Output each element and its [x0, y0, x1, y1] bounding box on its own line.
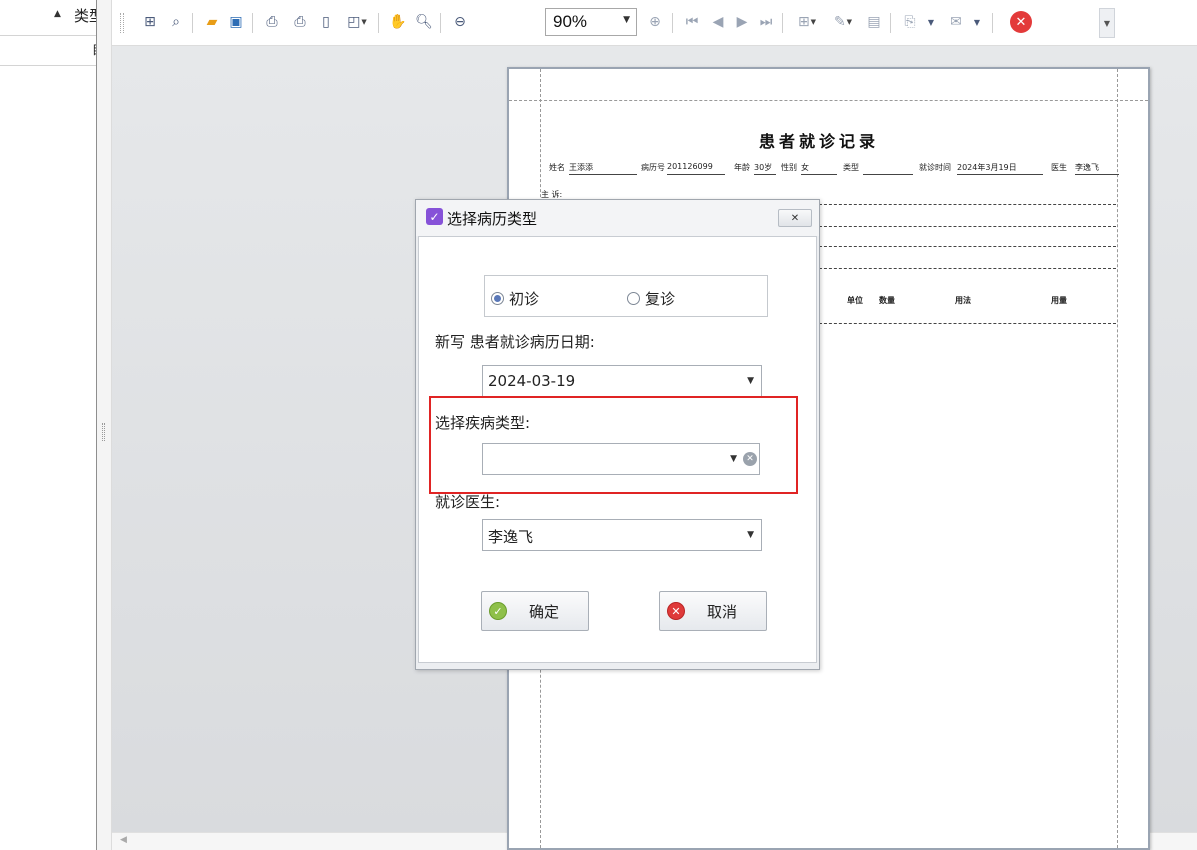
- dialog-titlebar[interactable]: ✓ 选择病历类型 ✕: [416, 200, 819, 236]
- column-header-usage: 用法: [955, 296, 971, 305]
- sort-asc-icon[interactable]: ▲: [54, 9, 61, 19]
- find-icon[interactable]: ⌕: [166, 12, 186, 32]
- name-value: 王添添: [569, 163, 593, 172]
- age-value: 30岁: [754, 163, 773, 172]
- magnifier-icon[interactable]: 🔍︎: [414, 12, 434, 32]
- cancel-button-label: 取消: [707, 602, 738, 621]
- email-dropdown-icon[interactable]: ▼: [970, 12, 984, 32]
- radio-first-visit[interactable]: 初诊: [491, 288, 539, 309]
- dialog-close-button[interactable]: ✕: [778, 209, 812, 227]
- toolbar-separator: [890, 13, 891, 33]
- margin-guide: [509, 100, 1148, 101]
- thumbnails-icon[interactable]: ⊞: [140, 12, 160, 32]
- toolbar-separator: [992, 13, 993, 33]
- radio-first-visit-label: 初诊: [509, 290, 540, 308]
- toolbar-separator: [378, 13, 379, 33]
- date-picker[interactable]: 2024-03-19 ▼: [482, 365, 762, 397]
- panel-splitter[interactable]: [96, 0, 112, 850]
- print-icon[interactable]: ⎙: [262, 12, 282, 32]
- column-header-dosage: 用量: [1051, 296, 1067, 305]
- dialog-title: 选择病历类型: [447, 210, 538, 228]
- age-label: 年龄: [734, 163, 750, 172]
- doctor-combo[interactable]: 李逸飞 ▼: [482, 519, 762, 551]
- close-preview-icon[interactable]: ✕: [1010, 11, 1032, 33]
- cancel-icon: ✕: [667, 602, 685, 620]
- first-page-icon[interactable]: ⏮: [682, 12, 702, 32]
- column-header-quantity: 数量: [879, 296, 895, 305]
- close-icon: ✕: [790, 212, 800, 224]
- page-setup-icon[interactable]: ▯: [316, 12, 336, 32]
- column-label-type: 类型: [74, 7, 96, 25]
- patient-info-row: 姓名 王添添 病历号 201126099 年龄 30岁 性别 女 类型 就诊时间…: [549, 162, 1119, 176]
- record-no-value: 201126099: [667, 162, 713, 171]
- watermark-icon[interactable]: ▤: [864, 12, 884, 32]
- left-panel: ▲ 类型 目: [0, 0, 96, 850]
- color-icon[interactable]: ✎ ▼: [828, 12, 858, 32]
- dotted-line: [799, 268, 1116, 269]
- checkbox-icon: ✓: [426, 208, 443, 225]
- previous-page-icon[interactable]: ◀: [708, 12, 728, 32]
- grid-sub-header: 目: [0, 36, 96, 66]
- radio-return-visit[interactable]: 复诊: [627, 288, 675, 309]
- date-value: 2024-03-19: [488, 372, 576, 390]
- save-icon[interactable]: ▣: [226, 12, 246, 32]
- doctor-label: 医生: [1051, 163, 1067, 172]
- toolbar-separator: [252, 13, 253, 33]
- name-label: 姓名: [549, 163, 565, 172]
- export-icon[interactable]: ⎘: [900, 12, 920, 32]
- margin-guide: [1117, 69, 1118, 848]
- next-page-icon[interactable]: ▶: [732, 12, 752, 32]
- toolbar-overflow-icon[interactable]: ▼: [1099, 8, 1115, 38]
- toolbar-separator: [440, 13, 441, 33]
- open-folder-icon[interactable]: ▰: [202, 12, 222, 32]
- toolbar-separator: [672, 13, 673, 33]
- radio-unselected-icon[interactable]: [627, 292, 640, 305]
- splitter-grip-icon[interactable]: [102, 423, 105, 441]
- email-icon[interactable]: ✉: [946, 12, 966, 32]
- chevron-down-icon[interactable]: ▼: [747, 376, 754, 386]
- last-page-icon[interactable]: ⏭: [756, 12, 776, 32]
- visit-type-radio-group: 初诊 复诊: [484, 275, 768, 317]
- doctor-label: 就诊医生:: [435, 493, 501, 511]
- gender-label: 性别: [781, 163, 797, 172]
- type-label: 类型: [843, 163, 859, 172]
- multiple-pages-icon[interactable]: ⊞ ▼: [792, 12, 822, 32]
- zoom-out-icon[interactable]: ⊖: [450, 12, 470, 32]
- zoom-value: 90%: [553, 12, 588, 31]
- hand-tool-icon[interactable]: ✋: [388, 12, 408, 32]
- column-header-unit: 单位: [847, 296, 863, 305]
- cancel-button[interactable]: ✕ 取消: [659, 591, 767, 631]
- check-icon: ✓: [489, 602, 507, 620]
- gender-value: 女: [801, 163, 809, 172]
- doctor-value: 李逸飞: [1075, 163, 1099, 172]
- record-no-label: 病历号: [641, 163, 665, 172]
- dotted-line: [799, 246, 1116, 247]
- grid-column-header[interactable]: ▲ 类型: [0, 0, 96, 36]
- date-label: 新写 患者就诊病历日期:: [435, 333, 595, 351]
- toolbar-separator: [782, 13, 783, 33]
- toolbar-separator: [192, 13, 193, 33]
- ok-button[interactable]: ✓ 确定: [481, 591, 589, 631]
- visit-time-value: 2024年3月19日: [957, 163, 1017, 172]
- quick-print-icon[interactable]: ⎙: [290, 12, 310, 32]
- export-dropdown-icon[interactable]: ▼: [924, 12, 938, 32]
- visit-time-label: 就诊时间: [919, 163, 951, 172]
- dotted-line: [799, 204, 1116, 205]
- doctor-value: 李逸飞: [488, 528, 534, 546]
- chevron-down-icon[interactable]: ▼: [623, 15, 630, 25]
- scroll-left-icon[interactable]: ◀: [120, 835, 127, 845]
- radio-return-visit-label: 复诊: [645, 290, 676, 308]
- preview-toolbar: ⊞ ⌕ ▰ ▣ ⎙ ⎙ ▯ ◰ ▼ ✋ 🔍︎ ⊖ 90% ▼ ⊕ ⏮ ◀ ▶ ⏭ …: [112, 0, 1197, 46]
- dotted-line: [799, 323, 1116, 324]
- document-title: 患者就诊记录: [759, 132, 880, 151]
- ok-button-label: 确定: [529, 602, 560, 621]
- dotted-line: [799, 226, 1116, 227]
- scale-icon[interactable]: ◰ ▼: [342, 12, 372, 32]
- toolbar-grip-icon[interactable]: [120, 13, 124, 33]
- highlight-box: [429, 396, 798, 494]
- zoom-in-icon[interactable]: ⊕: [645, 12, 665, 32]
- zoom-combo[interactable]: 90% ▼: [545, 8, 637, 36]
- radio-selected-icon[interactable]: [491, 292, 504, 305]
- chevron-down-icon[interactable]: ▼: [747, 530, 754, 540]
